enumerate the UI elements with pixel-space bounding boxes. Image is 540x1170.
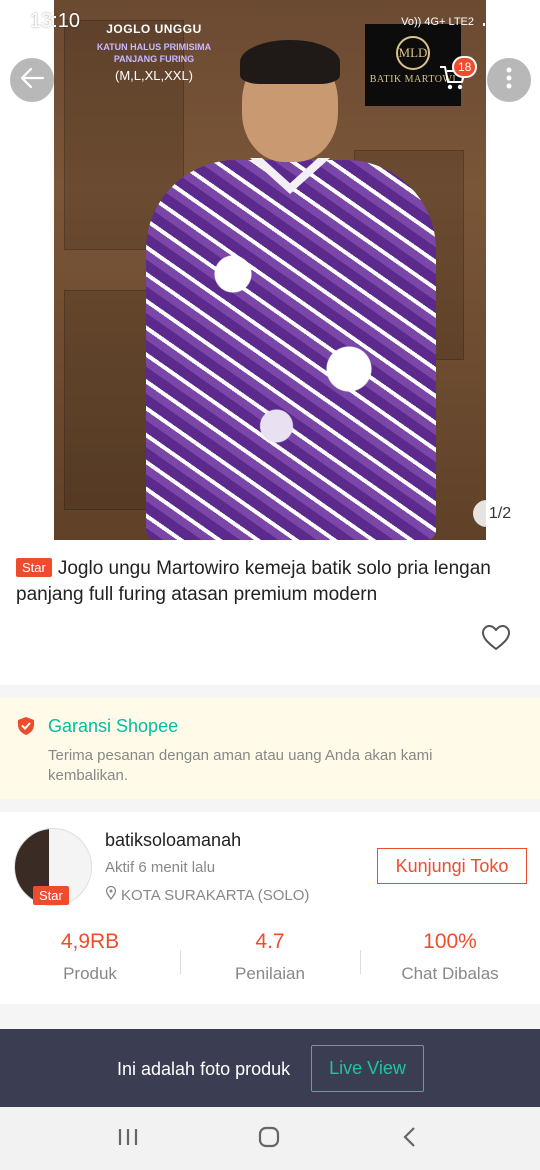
cart-count-badge: 18 [452,56,478,78]
stat-label: Chat Dibalas [401,964,499,983]
recent-apps-icon [117,1127,139,1152]
shop-card: Star batiksoloamanah Aktif 6 menit lalu … [0,812,540,1004]
status-time: 13:10 [30,10,81,32]
arrow-left-icon [19,67,45,94]
image-counter: 1/2 [473,500,527,527]
model-hair [240,40,340,84]
batik-shirt [146,160,436,540]
status-icons: Vo)) 4G+ LTE2 [401,12,516,31]
more-vertical-icon [505,66,513,95]
shop-location-text: KOTA SURAKARTA (SOLO) [121,886,310,904]
recent-apps-button[interactable] [113,1125,143,1153]
stat-rating[interactable]: 4.7 Penilaian [180,930,360,990]
shop-location: KOTA SURAKARTA (SOLO) [105,885,310,904]
system-nav-bar [0,1107,540,1170]
location-pin-icon [105,885,117,904]
live-view-button[interactable]: Live View [311,1045,424,1092]
guarantee-description: Terima pesanan dengan aman atau uang And… [48,747,433,784]
live-banner-text: Ini adalah foto produk [117,1059,291,1079]
live-view-banner: Ini adalah foto produk Live View [0,1029,540,1107]
guarantee-title: Garansi Shopee [48,716,179,736]
overlay-line-3: PANJANG FURING [113,54,195,64]
home-button[interactable] [254,1125,284,1153]
stat-label: Produk [63,964,117,983]
stat-chat-response[interactable]: 100% Chat Dibalas [360,930,540,990]
stat-label: Penilaian [235,964,305,983]
shopee-guarantee[interactable]: Garansi Shopee Terima pesanan dengan ama… [0,698,540,799]
visit-shop-button[interactable]: Kunjungi Toko [377,848,527,884]
shop-active-status: Aktif 6 menit lalu [105,859,216,876]
shop-name[interactable]: batiksoloamanah [105,830,241,851]
product-title: Star Joglo ungu Martowiro kemeja batik so… [16,556,516,608]
heart-icon [481,625,511,656]
home-icon [257,1125,281,1154]
overlay-line-4: (M,L,XL,XXL) [114,68,194,83]
product-screen: JOGLO UNGGU KATUN HALUS PRIMISIMA PANJAN… [0,0,540,1170]
shield-icon [16,716,36,736]
stat-value: 4.7 [255,930,285,953]
back-button[interactable] [10,58,54,102]
stat-value: 100% [423,930,477,953]
more-options-button[interactable] [487,58,531,102]
stat-value: 4,9RB [60,930,120,953]
system-back-button[interactable] [395,1125,425,1153]
stat-products[interactable]: 4,9RB Produk [0,930,180,990]
chevron-left-icon [402,1126,418,1153]
signal-icon [482,13,498,30]
status-bar: 13:10 Vo)) 4G+ LTE2 [0,0,540,44]
network-indicator: Vo)) 4G+ LTE2 [401,15,474,28]
star-seller-badge: Star [16,558,52,577]
product-title-text: Joglo ungu Martowiro kemeja batik solo p… [16,558,491,605]
product-title-card: Star Joglo ungu Martowiro kemeja batik so… [0,540,540,685]
battery-icon [506,12,516,31]
shop-stats: 4,9RB Produk 4.7 Penilaian 100% Chat Dib… [0,930,540,990]
favorite-button[interactable] [481,624,511,652]
shop-star-badge: Star [33,886,69,905]
